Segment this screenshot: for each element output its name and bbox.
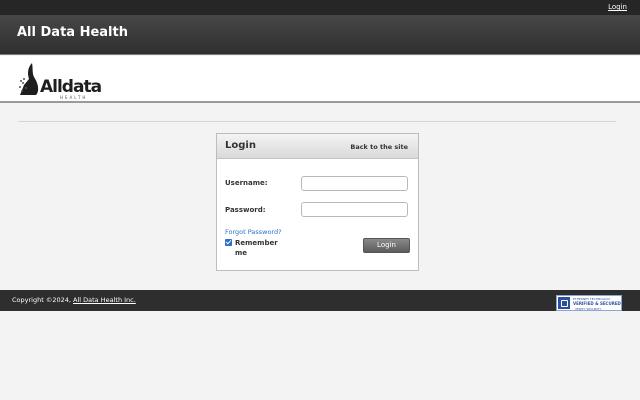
logo-band: Alldata HEALTH <box>0 56 640 103</box>
login-panel-header: Login Back to the site <box>217 134 418 159</box>
copyright-text: Copyright ©2024, All Data Health Inc. <box>12 296 136 304</box>
security-seal[interactable]: ETHERNET TECHNOLOGY VERIFIED & SECURED V… <box>556 295 622 311</box>
top-login-link[interactable]: Login <box>608 3 627 11</box>
company-link[interactable]: All Data Health Inc. <box>73 296 136 304</box>
password-input[interactable] <box>301 202 408 217</box>
username-input[interactable] <box>301 176 408 191</box>
remember-me-label[interactable]: Remember me <box>235 238 283 258</box>
content-divider <box>18 121 616 122</box>
logo-wordmark: Alldata <box>40 77 102 97</box>
login-button[interactable]: Login <box>363 238 410 253</box>
logo-subline: HEALTH <box>60 95 88 100</box>
site-footer: Copyright ©2024, All Data Health Inc. <box>0 290 640 311</box>
site-header: All Data Health <box>0 15 640 55</box>
copyright-prefix: Copyright ©2024, <box>12 296 74 304</box>
password-label: Password: <box>225 206 266 214</box>
shield-icon <box>558 297 570 309</box>
login-panel-title: Login <box>225 140 256 151</box>
alldata-health-logo[interactable]: Alldata HEALTH <box>18 61 102 101</box>
seal-line-2: VERIFIED & SECURED <box>573 301 621 306</box>
back-to-site-link[interactable]: Back to the site <box>350 143 408 151</box>
username-label: Username: <box>225 179 268 187</box>
seal-line-3: VERIFY SECURITY <box>575 307 602 311</box>
remember-me-checkbox[interactable] <box>225 239 232 246</box>
forgot-password-link[interactable]: Forgot Password? <box>225 228 282 236</box>
login-panel: Login Back to the site Username: Passwor… <box>216 133 419 271</box>
top-bar: Login <box>0 0 640 15</box>
site-title: All Data Health <box>17 25 128 40</box>
